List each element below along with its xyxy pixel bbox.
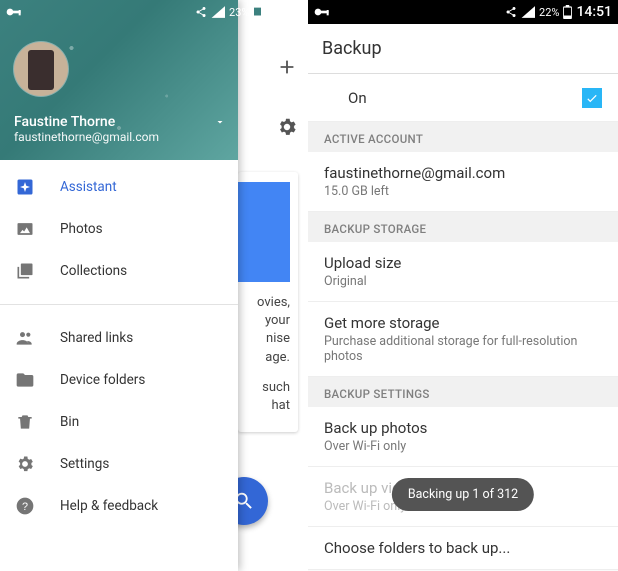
- gear-icon: [14, 454, 36, 474]
- assistant-icon: [14, 177, 36, 197]
- status-time: 14:51: [266, 4, 302, 20]
- choose-folders-row[interactable]: Choose folders to back up...: [308, 527, 618, 570]
- status-time: 14:51: [576, 4, 612, 20]
- card-text: ovies,: [238, 294, 290, 312]
- right-phone: 22% 14:51 Backup On ACTIVE ACCOUNT faust…: [308, 0, 618, 571]
- share-icon: [195, 6, 207, 18]
- section-backup-storage: BACKUP STORAGE: [308, 212, 618, 242]
- promo-card[interactable]: ovies, your nise age. such hat: [238, 172, 298, 432]
- trash-icon: [14, 412, 36, 432]
- left-phone: ovies, your nise age. such hat 23% 14:51…: [0, 0, 308, 571]
- menu-shared[interactable]: Shared links: [0, 317, 238, 359]
- help-icon: ?: [14, 496, 36, 516]
- people-icon: [14, 328, 36, 348]
- menu-photos[interactable]: Photos: [0, 208, 238, 250]
- settings-list: On ACTIVE ACCOUNT faustinethorne@gmail.c…: [308, 74, 618, 571]
- avatar[interactable]: [14, 42, 68, 96]
- add-icon[interactable]: [276, 56, 298, 82]
- battery-icon: [253, 5, 262, 19]
- menu-label: Assistant: [60, 179, 117, 195]
- menu-assistant[interactable]: Assistant: [0, 166, 238, 208]
- battery-pct: 22%: [539, 6, 559, 19]
- gear-icon[interactable]: [276, 116, 298, 142]
- menu-settings[interactable]: Settings: [0, 443, 238, 485]
- drawer-header[interactable]: Faustine Thorne faustinethorne@gmail.com: [0, 0, 238, 160]
- nav-drawer: Faustine Thorne faustinethorne@gmail.com…: [0, 0, 238, 571]
- menu-folders[interactable]: Device folders: [0, 359, 238, 401]
- chevron-down-icon[interactable]: [214, 113, 226, 132]
- battery-pct: 23%: [229, 6, 249, 19]
- menu-collections[interactable]: Collections: [0, 250, 238, 292]
- account-email: faustinethorne@gmail.com: [14, 130, 224, 144]
- drawer-menu: Assistant Photos Collections: [0, 160, 238, 298]
- photos-icon: [14, 219, 36, 239]
- collections-icon: [14, 261, 36, 281]
- checkbox-icon[interactable]: [582, 88, 602, 108]
- menu-help[interactable]: ? Help & feedback: [0, 485, 238, 527]
- share-icon: [505, 6, 517, 18]
- backup-photos-row[interactable]: Back up photos Over Wi-Fi only: [308, 407, 618, 467]
- active-account-row[interactable]: faustinethorne@gmail.com 15.0 GB left: [308, 152, 618, 212]
- get-more-storage-row[interactable]: Get more storage Purchase additional sto…: [308, 302, 618, 377]
- signal-icon: [521, 6, 535, 18]
- account-name: Faustine Thorne: [14, 114, 224, 130]
- page-title: Backup: [308, 24, 618, 74]
- svg-text:?: ?: [22, 501, 28, 513]
- upload-size-row[interactable]: Upload size Original: [308, 242, 618, 302]
- backup-toggle-row[interactable]: On: [308, 74, 618, 122]
- backup-progress-toast: Backing up 1 of 312: [392, 478, 534, 511]
- battery-icon: [563, 5, 572, 19]
- toggle-label: On: [324, 89, 367, 107]
- signal-icon: [211, 6, 225, 18]
- folder-icon: [14, 370, 36, 390]
- section-active-account: ACTIVE ACCOUNT: [308, 122, 618, 152]
- menu-bin[interactable]: Bin: [0, 401, 238, 443]
- divider: [0, 304, 238, 305]
- status-bar-left: 23% 14:51: [0, 0, 308, 24]
- status-bar-right: 22% 14:51: [308, 0, 618, 24]
- section-backup-settings: BACKUP SETTINGS: [308, 377, 618, 407]
